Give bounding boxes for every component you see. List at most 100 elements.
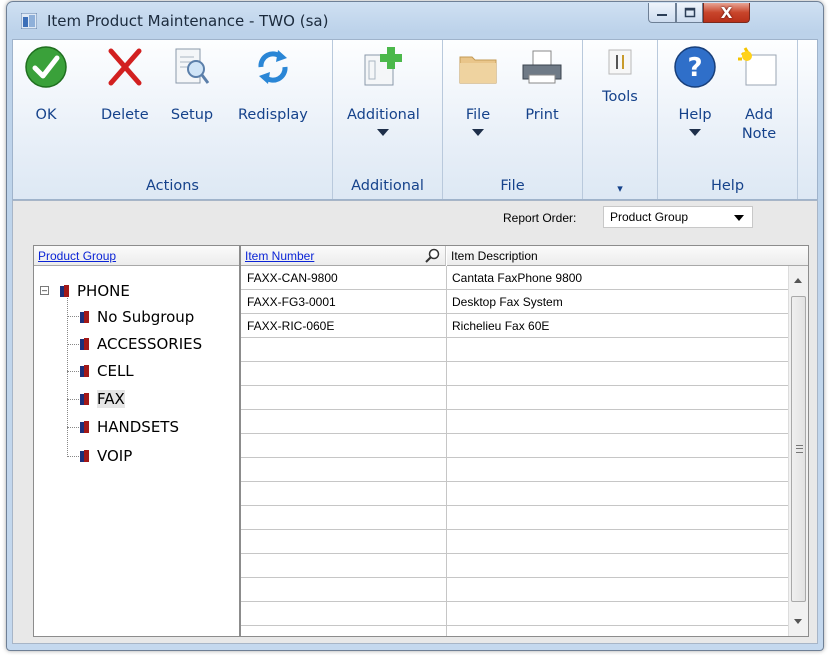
- add-note-label-line1: Add: [744, 107, 774, 123]
- empty-row[interactable]: [241, 338, 788, 362]
- maximize-icon: [684, 7, 695, 18]
- print-button[interactable]: Print: [519, 44, 565, 125]
- tree-node-fax[interactable]: FAX: [80, 390, 125, 408]
- item-description-cell: Richelieu Fax 60E: [452, 319, 550, 333]
- ribbon-group-actions: OK Delete Setup Redisplay Actions: [13, 40, 333, 199]
- delete-label: Delete: [101, 107, 149, 123]
- book-icon: [80, 311, 89, 323]
- folder-icon: [459, 56, 497, 84]
- item-number-cell: FAXX-RIC-060E: [247, 319, 335, 333]
- product-group-tree[interactable]: Product Group – PHONE No Subgroup ACCESS…: [33, 245, 240, 637]
- empty-row[interactable]: [241, 434, 788, 458]
- tree-node-label: VOIP: [97, 447, 133, 465]
- app-window: Item Product Maintenance - TWO (sa) X OK: [6, 1, 824, 651]
- help-label: Help: [678, 107, 712, 123]
- tree-connector: [67, 399, 79, 400]
- empty-row[interactable]: [241, 410, 788, 434]
- help-button[interactable]: ? Help: [672, 44, 718, 136]
- tree-node-label: FAX: [97, 390, 125, 408]
- ribbon-group-tools: Tools ▾: [583, 40, 658, 199]
- tools-dropdown-icon[interactable]: ▾: [583, 182, 657, 195]
- tools-label: Tools: [602, 89, 638, 105]
- tree-node-label: ACCESSORIES: [97, 335, 203, 353]
- lookup-magnifier-icon[interactable]: [425, 248, 441, 264]
- scroll-down-icon[interactable]: [794, 619, 802, 624]
- empty-row[interactable]: [241, 362, 788, 386]
- setup-magnifier-icon: [175, 48, 210, 84]
- tools-icon: [608, 49, 632, 75]
- empty-row[interactable]: [241, 578, 788, 602]
- item-description-header: Item Description: [447, 246, 808, 266]
- book-icon: [80, 393, 89, 405]
- collapse-icon[interactable]: –: [40, 286, 49, 295]
- additional-dropdown-icon: [377, 129, 390, 136]
- maximize-button[interactable]: [676, 3, 703, 23]
- tree-connector: [67, 316, 79, 317]
- empty-row[interactable]: [241, 458, 788, 482]
- file-label: File: [465, 107, 491, 123]
- scrollbar-thumb[interactable]: [791, 296, 806, 602]
- grid-body: FAXX-CAN-9800 Cantata FaxPhone 9800 FAXX…: [241, 266, 789, 636]
- tree-node-handsets[interactable]: HANDSETS: [80, 418, 179, 436]
- app-icon: [21, 13, 37, 29]
- actions-group-label: Actions: [146, 178, 199, 194]
- close-icon: X: [720, 3, 733, 22]
- tree-node-cell[interactable]: CELL: [80, 362, 134, 380]
- empty-row[interactable]: [241, 602, 788, 626]
- vertical-scrollbar[interactable]: [788, 266, 808, 636]
- refresh-arrows-icon: [258, 50, 288, 84]
- ok-button[interactable]: OK: [23, 44, 69, 125]
- book-icon: [80, 338, 89, 350]
- checkmark-icon: [25, 46, 67, 88]
- delete-button[interactable]: Delete: [101, 44, 149, 125]
- tree-node-no-subgroup[interactable]: No Subgroup: [80, 308, 194, 326]
- setup-button[interactable]: Setup: [169, 44, 215, 125]
- book-icon: [80, 421, 89, 433]
- book-icon: [80, 365, 89, 377]
- tree-node-phone[interactable]: PHONE: [60, 282, 130, 300]
- add-note-button[interactable]: Add Note: [736, 44, 782, 144]
- tree-node-voip[interactable]: VOIP: [80, 447, 132, 465]
- table-row[interactable]: FAXX-CAN-9800 Cantata FaxPhone 9800: [241, 266, 788, 290]
- scroll-up-icon[interactable]: [794, 278, 802, 283]
- file-dropdown-icon: [472, 129, 484, 136]
- ribbon-group-additional: Additional Additional: [333, 40, 443, 199]
- empty-row[interactable]: [241, 482, 788, 506]
- file-button[interactable]: File: [455, 44, 501, 136]
- item-number-header[interactable]: Item Number: [241, 246, 446, 266]
- redisplay-button[interactable]: Redisplay: [238, 44, 308, 125]
- close-button[interactable]: X: [703, 3, 750, 23]
- tree-node-label: HANDSETS: [97, 418, 179, 436]
- title-bar[interactable]: Item Product Maintenance - TWO (sa) X: [7, 2, 823, 38]
- product-group-header[interactable]: Product Group: [34, 246, 239, 266]
- file-group-label: File: [500, 178, 525, 194]
- book-icon: [60, 285, 69, 297]
- help-question-icon: ?: [674, 46, 716, 88]
- items-grid[interactable]: Item Number Item Description FAXX-CAN-98…: [240, 245, 809, 637]
- tree-node-label: PHONE: [77, 282, 130, 300]
- table-row[interactable]: FAXX-RIC-060E Richelieu Fax 60E: [241, 314, 788, 338]
- item-description-cell: Desktop Fax System: [452, 295, 563, 309]
- table-row[interactable]: FAXX-FG3-0001 Desktop Fax System: [241, 290, 788, 314]
- minimize-icon: [657, 13, 667, 16]
- help-dropdown-icon: [689, 129, 701, 136]
- additional-button[interactable]: Additional: [347, 44, 420, 136]
- additional-group-label: Additional: [351, 178, 424, 194]
- tree-connector: [67, 371, 79, 372]
- ok-label: OK: [35, 107, 57, 123]
- ribbon-group-help: ? Help Add Note Help: [658, 40, 798, 199]
- report-order-select[interactable]: Product Group: [603, 206, 753, 228]
- tools-button[interactable]: Tools: [597, 44, 643, 107]
- empty-row[interactable]: [241, 554, 788, 578]
- tree-node-label: No Subgroup: [97, 308, 195, 326]
- tree-connector: [67, 344, 79, 345]
- tree-node-label: CELL: [97, 362, 134, 380]
- ribbon-toolbar: OK Delete Setup Redisplay Actions Additi…: [12, 39, 818, 200]
- tree-node-accessories[interactable]: ACCESSORIES: [80, 335, 202, 353]
- minimize-button[interactable]: [648, 3, 676, 23]
- empty-row[interactable]: [241, 506, 788, 530]
- empty-row[interactable]: [241, 530, 788, 554]
- ribbon-group-file: File Print File: [443, 40, 583, 199]
- empty-row[interactable]: [241, 386, 788, 410]
- help-group-label: Help: [710, 178, 745, 194]
